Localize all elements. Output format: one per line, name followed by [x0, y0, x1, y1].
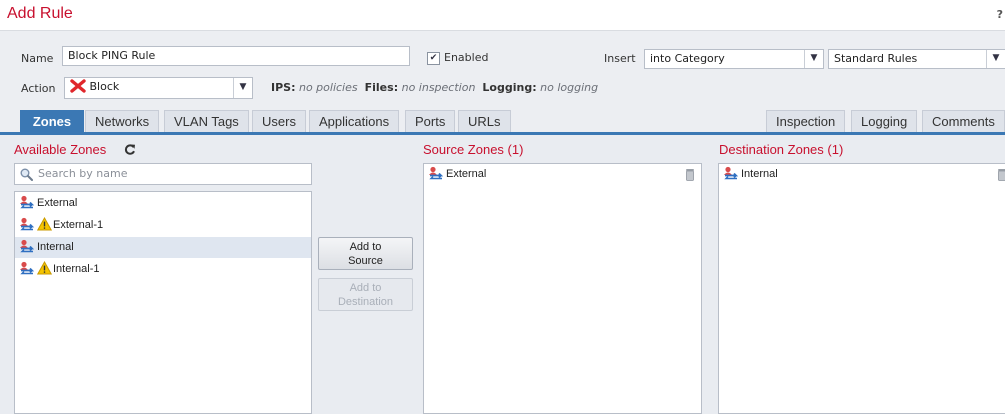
warning-icon [37, 217, 52, 231]
zone-label: External [37, 197, 78, 209]
logging-label: Logging: [482, 81, 537, 94]
tab-logging[interactable]: Logging [851, 110, 918, 132]
files-label: Files: [364, 81, 399, 94]
action-select-value: Block [89, 80, 120, 93]
rule-tabs: Zones Networks VLAN Tags Users Applicati… [0, 108, 1005, 135]
add-source-line1: Add to [349, 241, 382, 253]
tab-users[interactable]: Users [252, 110, 306, 132]
list-item[interactable]: External [15, 193, 311, 214]
tab-inspection[interactable]: Inspection [766, 110, 846, 132]
insert-label: Insert [604, 52, 636, 65]
search-placeholder: Search by name [38, 167, 128, 180]
ips-label: IPS: [271, 81, 296, 94]
name-label: Name [21, 52, 54, 65]
category-select[interactable]: Standard Rules ▼ [828, 49, 1005, 69]
chevron-down-icon: ▼ [804, 50, 823, 68]
zone-icon [20, 261, 35, 275]
list-item[interactable]: Internal [15, 237, 311, 258]
destination-zones-list: Internal [718, 163, 1005, 414]
zone-icon [20, 195, 35, 209]
zone-label: Internal [741, 168, 778, 180]
tab-comments[interactable]: Comments [922, 110, 1005, 132]
ips-value: no policies [298, 81, 358, 94]
zone-icon [724, 166, 739, 180]
list-item[interactable]: Internal-1 [15, 259, 311, 280]
chevron-down-icon: ▼ [233, 78, 252, 98]
zone-label: Internal-1 [53, 263, 100, 275]
action-select[interactable]: Block ▼ [64, 77, 253, 99]
add-dest-line2: Destination [337, 296, 394, 308]
trash-icon[interactable] [685, 168, 695, 181]
tab-zones[interactable]: Zones [20, 110, 84, 132]
zone-label: Internal [37, 241, 74, 253]
zone-icon [429, 166, 444, 180]
zone-icon [20, 239, 35, 253]
refresh-icon[interactable] [124, 143, 136, 156]
tab-networks[interactable]: Networks [85, 110, 160, 132]
zone-label: External [446, 168, 487, 180]
zone-label: External-1 [53, 219, 104, 231]
add-source-line2: Source [348, 255, 383, 267]
logging-value: no logging [540, 81, 599, 94]
enabled-checkbox[interactable]: ✔ [427, 52, 440, 65]
insert-select[interactable]: into Category ▼ [644, 49, 824, 69]
add-to-destination-button[interactable]: Add to Destination [318, 278, 413, 311]
tab-ports[interactable]: Ports [405, 110, 456, 132]
zone-icon [20, 217, 35, 231]
list-item[interactable]: External [424, 164, 701, 185]
name-input[interactable]: Block PING Rule [62, 46, 410, 66]
source-zones-title: Source Zones (1) [423, 142, 524, 157]
tab-applications[interactable]: Applications [309, 110, 400, 132]
search-input[interactable]: Search by name [14, 163, 312, 185]
category-select-value: Standard Rules [834, 52, 918, 65]
add-to-source-button[interactable]: Add to Source [318, 237, 413, 270]
tab-urls[interactable]: URLs [458, 110, 511, 132]
block-x-icon [70, 79, 86, 93]
available-zones-title: Available Zones [14, 142, 107, 157]
add-dest-line1: Add to [349, 282, 382, 294]
help-icon[interactable]: ? [997, 8, 1003, 21]
available-zones-list: External External-1 Internal Internal-1 [14, 191, 312, 414]
inspection-summary: IPS: no policies Files: no inspection Lo… [271, 81, 598, 94]
destination-zones-title: Destination Zones (1) [719, 142, 844, 157]
trash-icon[interactable] [997, 168, 1005, 181]
list-item[interactable]: External-1 [15, 215, 311, 236]
dialog-title: Add Rule [7, 5, 73, 22]
search-icon [20, 168, 33, 181]
source-zones-list: External [423, 163, 702, 414]
enabled-label: Enabled [444, 51, 489, 64]
warning-icon [37, 261, 52, 275]
insert-select-value: into Category [650, 52, 725, 65]
tab-vlan-tags[interactable]: VLAN Tags [164, 110, 249, 132]
list-item[interactable]: Internal [719, 164, 1005, 185]
chevron-down-icon: ▼ [986, 50, 1005, 68]
files-value: no inspection [401, 81, 476, 94]
action-label: Action [21, 82, 56, 95]
